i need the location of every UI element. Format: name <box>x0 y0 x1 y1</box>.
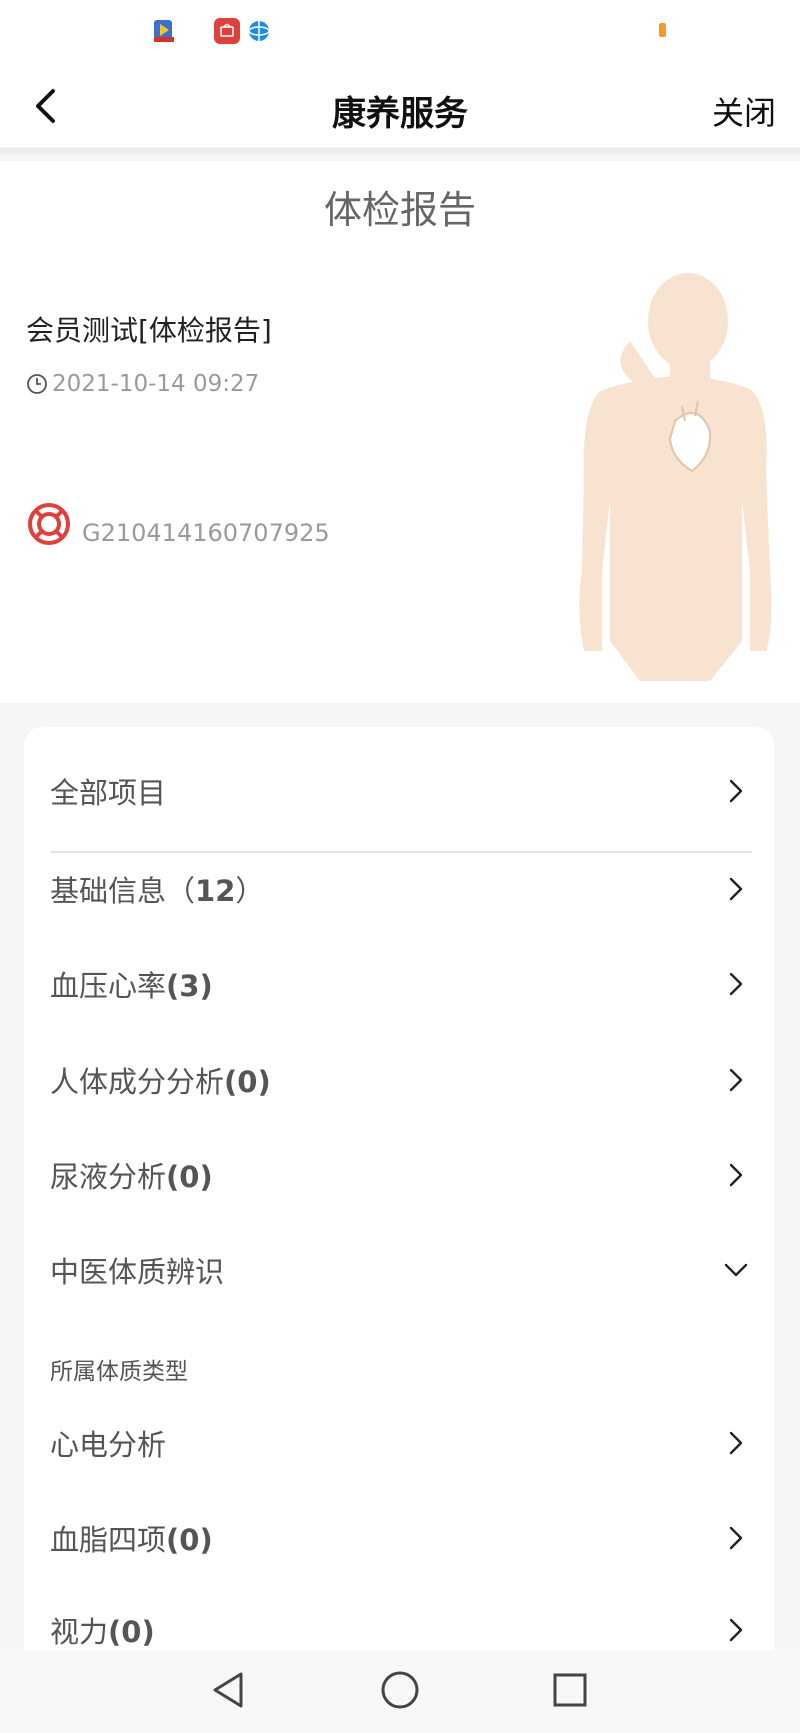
chevron-right-icon <box>722 970 750 998</box>
list-item-blood-pressure[interactable]: 血压心率(3) <box>50 949 750 1019</box>
list-item-ecg[interactable]: 心电分析 <box>50 1408 750 1478</box>
report-title: 体检报告 <box>323 188 476 232</box>
lifebuoy-icon <box>26 501 72 551</box>
clock-icon <box>26 373 48 395</box>
report-time-text: 2021-10-14 09:27 <box>52 371 260 397</box>
chevron-right-icon <box>722 875 750 903</box>
chevron-right-icon <box>722 777 750 805</box>
divider <box>50 851 752 853</box>
header: 康养服务 关闭 <box>0 62 800 154</box>
video-app-icon <box>151 18 177 44</box>
list-item-label: 血脂四项(0) <box>50 1523 213 1557</box>
list-item-urinalysis[interactable]: 尿液分析(0) <box>50 1140 750 1210</box>
list-item-blood-lipids[interactable]: 血脂四项(0) <box>50 1503 750 1573</box>
list-item-tcm-constitution[interactable]: 中医体质辨识 <box>50 1235 750 1305</box>
member-name: 会员测试[体检报告] <box>26 314 272 347</box>
human-body-illustration <box>579 273 772 681</box>
chevron-right-icon <box>722 1429 750 1457</box>
tcm-subtype-label: 所属体质类型 <box>50 1359 188 1385</box>
report-time: 2021-10-14 09:27 <box>26 371 259 397</box>
browser-app-icon <box>246 18 272 44</box>
list-item-label: 视力(0) <box>50 1615 155 1649</box>
status-bar <box>0 0 800 62</box>
list-item-label: 血压心率(3) <box>50 969 213 1003</box>
triangle-back-icon <box>213 1672 243 1708</box>
report-code-row: G210414160707925 <box>26 501 330 551</box>
list-item-label: 人体成分分析(0) <box>50 1065 271 1099</box>
report-items-card: 全部项目 基础信息（12） 血压心率(3) 人体成分分析(0) 尿液分析(0) … <box>24 727 774 1733</box>
chevron-right-icon <box>722 1616 750 1644</box>
list-item-label: 心电分析 <box>50 1428 167 1462</box>
system-home-button[interactable] <box>378 1668 422 1712</box>
close-button[interactable]: 关闭 <box>712 88 776 134</box>
system-navigation-bar <box>0 1650 800 1733</box>
battery-icon <box>659 23 666 37</box>
chevron-down-icon <box>722 1256 750 1284</box>
chevron-right-icon <box>722 1066 750 1094</box>
chevron-right-icon <box>722 1161 750 1189</box>
square-recents-icon <box>553 1673 587 1707</box>
report-code: G210414160707925 <box>82 519 330 547</box>
list-item-body-composition[interactable]: 人体成分分析(0) <box>50 1045 750 1115</box>
circle-home-icon <box>381 1671 419 1709</box>
huawei-app-icon <box>214 18 240 44</box>
list-item-label: 尿液分析(0) <box>50 1160 213 1194</box>
list-item-label: 中医体质辨识 <box>50 1255 225 1289</box>
list-item-label: 全部项目 <box>50 776 167 810</box>
system-recents-button[interactable] <box>548 1668 592 1712</box>
chevron-right-icon <box>722 1524 750 1552</box>
system-back-button[interactable] <box>207 1668 251 1712</box>
list-item-all[interactable]: 全部项目 <box>50 756 750 826</box>
list-item-label: 基础信息（12） <box>50 874 265 908</box>
list-item-basic-info[interactable]: 基础信息（12） <box>50 854 750 924</box>
report-header: 体检报告 会员测试[体检报告] 2021-10-14 09:27 G210414… <box>0 161 800 703</box>
page-title: 康养服务 <box>332 94 468 134</box>
